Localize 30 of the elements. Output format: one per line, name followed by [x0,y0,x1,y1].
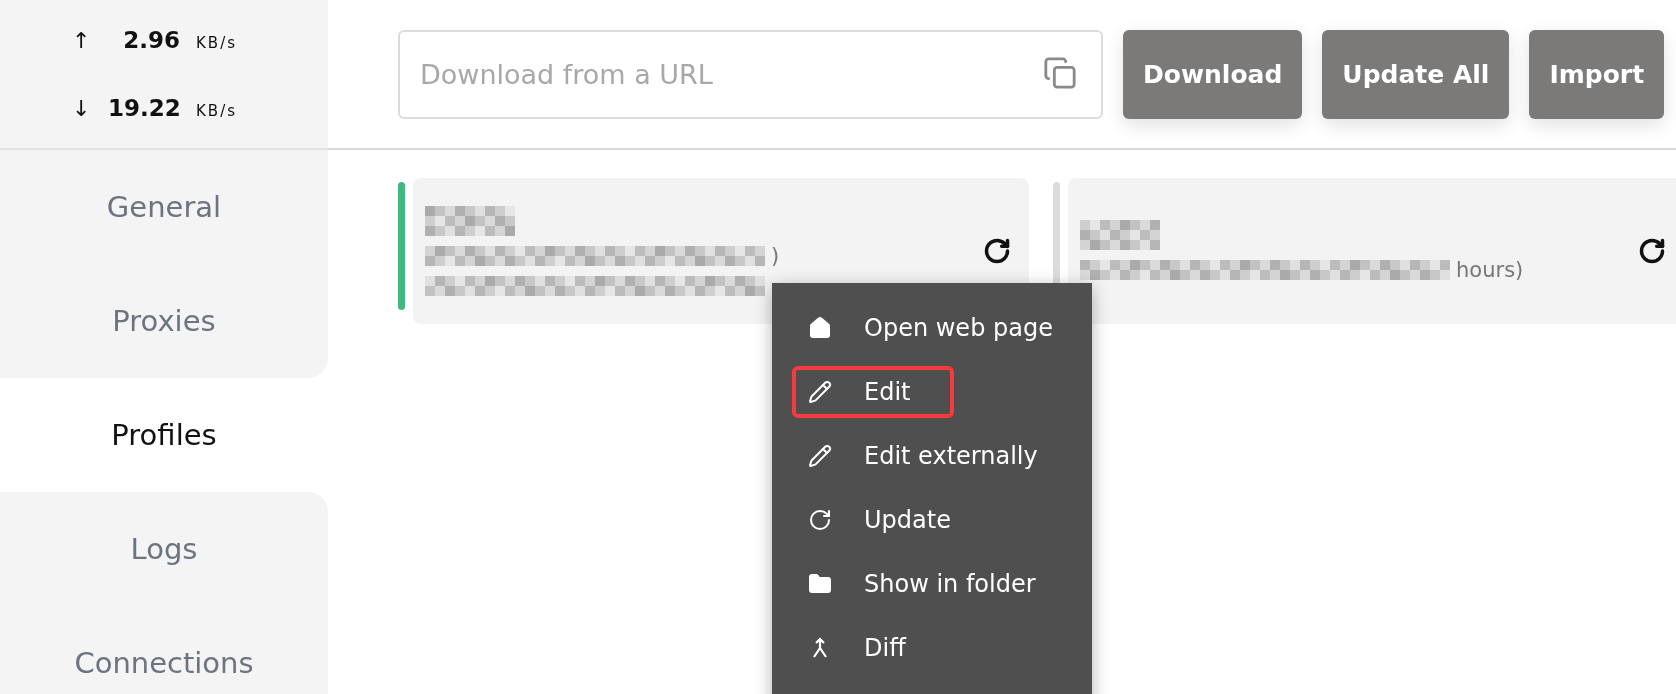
refresh-icon[interactable] [1638,237,1667,265]
menu-item[interactable]: Update [792,494,1072,546]
nav-item[interactable]: General [0,150,328,264]
speed-value: 19.22 [108,95,180,121]
speed-unit: KB/s [196,34,237,52]
url-field[interactable]: Download from a URL [398,29,1103,119]
pencil-icon [808,444,832,468]
profile-card[interactable]: hours) [1068,178,1676,324]
speed-arrow-icon: ↑ [72,28,108,53]
toolbar-button[interactable]: Update All [1322,29,1510,119]
speed-unit: KB/s [196,102,237,120]
toolbar-button[interactable]: Import [1529,29,1665,119]
menu-item[interactable]: Edit externally [792,430,1072,482]
profile-info-text: hours) [1456,258,1524,282]
toolbar-button[interactable]: Download [1123,29,1303,119]
nav-item[interactable]: Connections [0,606,328,694]
profile-info-text: ) [771,244,780,268]
speed-arrow-icon: ↓ [72,96,108,121]
menu-item[interactable]: Diff [792,622,1072,674]
home-icon [808,316,832,340]
refresh-icon[interactable] [983,237,1012,265]
folder-icon [808,572,832,596]
menu-item[interactable]: Edit [792,366,954,418]
menu-item[interactable]: Show in folder [792,558,1072,610]
nav-item[interactable]: Logs [0,492,328,606]
speed-value: 2.96 [122,27,180,53]
nav-item[interactable]: Proxies [0,264,328,378]
pencil-icon [808,380,832,404]
copy-icon[interactable] [1043,55,1077,90]
refresh-icon [808,508,832,532]
